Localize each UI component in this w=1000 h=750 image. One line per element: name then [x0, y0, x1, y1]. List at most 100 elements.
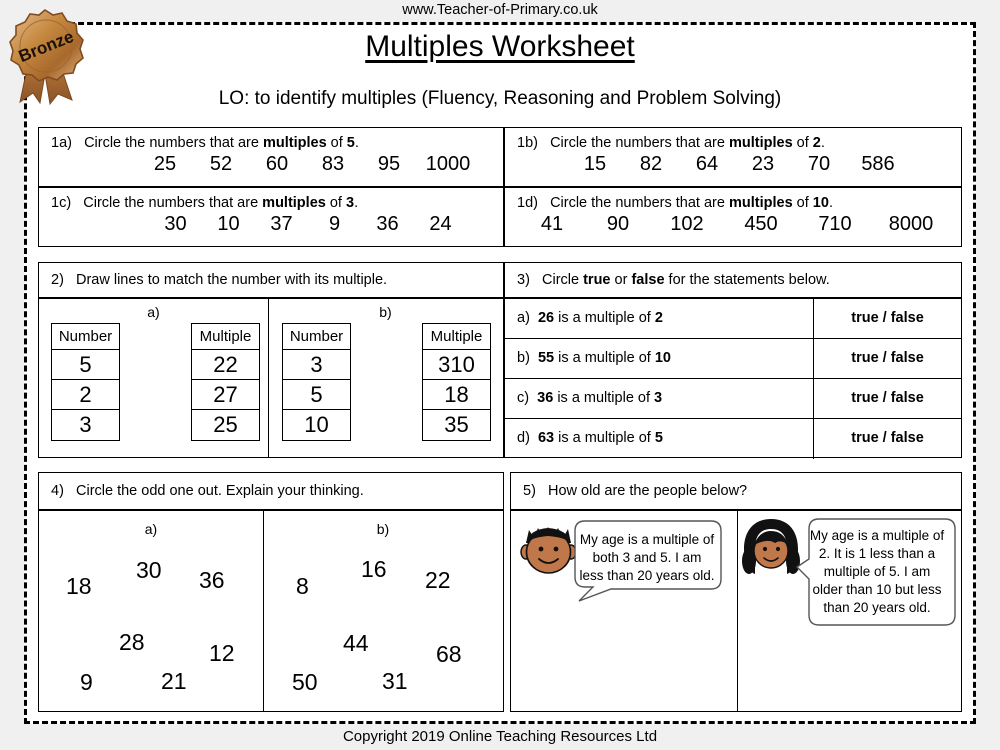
q2a-multiple-cell[interactable]: 25 — [192, 410, 259, 440]
question-1d-prompt: 1d) Circle the numbers that are multiple… — [517, 195, 833, 211]
number-option[interactable]: 8 — [296, 573, 309, 600]
q2b-number-cell[interactable]: 5 — [283, 380, 350, 410]
number-option[interactable]: 30 — [149, 213, 202, 236]
q3-statement: b) 55 is a multiple of 10 — [517, 350, 671, 366]
q2b-multiple-table: Multiple 310 18 35 — [422, 323, 491, 441]
number-option[interactable]: 10 — [202, 213, 255, 236]
q2b-multiple-header: Multiple — [423, 324, 490, 350]
table-row: a) 26 is a multiple of 2 true / false — [505, 299, 961, 339]
number-option[interactable]: 68 — [436, 641, 462, 668]
q5-vertical-divider — [737, 511, 738, 711]
girl-face-icon — [742, 519, 800, 574]
number-option[interactable]: 16 — [361, 556, 387, 583]
number-option[interactable]: 8000 — [871, 213, 951, 236]
q5-label: 5) — [523, 483, 536, 499]
q2a-multiple-cell[interactable]: 22 — [192, 350, 259, 380]
learning-objective: LO: to identify multiples (Fluency, Reas… — [218, 88, 782, 109]
number-option[interactable]: 23 — [735, 153, 791, 176]
number-option[interactable]: 28 — [119, 629, 145, 656]
question-1c-prompt: 1c) Circle the numbers that are multiple… — [51, 195, 359, 211]
q2b-multiple-cell[interactable]: 310 — [423, 350, 490, 380]
q3-true-false-option[interactable]: true / false — [813, 339, 961, 378]
number-option[interactable]: 450 — [723, 213, 799, 236]
table-row: c) 36 is a multiple of 3 true / false — [505, 379, 961, 419]
number-option[interactable]: 64 — [679, 153, 735, 176]
question-1a-box: 1a) Circle the numbers that are multiple… — [38, 127, 504, 187]
question-3-header-box: 3) Circle true or false for the statemen… — [504, 262, 962, 298]
q4b-number-cloud: 8 16 22 44 68 50 31 — [263, 511, 503, 711]
number-option[interactable]: 15 — [567, 153, 623, 176]
q1c-label: 1c) — [51, 195, 72, 211]
question-5-body-box: My age is a multiple of both 3 and 5. I … — [510, 510, 962, 712]
number-option[interactable]: 12 — [209, 640, 235, 667]
q4-label: 4) — [51, 483, 64, 499]
number-option[interactable]: 22 — [425, 567, 451, 594]
number-option[interactable]: 30 — [136, 557, 162, 584]
question-3-table: a) 26 is a multiple of 2 true / false b)… — [504, 298, 962, 459]
question-1d-box: 1d) Circle the numbers that are multiple… — [504, 187, 962, 247]
number-option[interactable]: 9 — [308, 213, 361, 236]
q2a-number-header: Number — [52, 324, 119, 350]
question-1b-prompt: 1b) Circle the numbers that are multiple… — [517, 135, 825, 151]
question-5-prompt: 5) How old are the people below? — [523, 483, 748, 499]
number-option[interactable]: 102 — [651, 213, 723, 236]
question-4-body-box: a) b) 18 30 36 28 12 9 21 8 16 22 44 68 … — [38, 510, 504, 712]
q1d-label: 1d) — [517, 195, 538, 211]
number-option[interactable]: 31 — [382, 668, 408, 695]
number-option[interactable]: 710 — [799, 213, 871, 236]
number-option[interactable]: 82 — [623, 153, 679, 176]
q2-part-a-label: a) — [147, 304, 160, 320]
number-option[interactable]: 37 — [255, 213, 308, 236]
copyright-footer: Copyright 2019 Online Teaching Resources… — [342, 728, 658, 745]
q3-true-false-option[interactable]: true / false — [813, 379, 961, 418]
number-option[interactable]: 83 — [305, 153, 361, 176]
q2a-number-cell[interactable]: 2 — [52, 380, 119, 410]
table-row: d) 63 is a multiple of 5 true / false — [505, 419, 961, 459]
q3-true-false-option[interactable]: true / false — [813, 299, 961, 338]
worksheet-page: www.Teacher-of-Primary.co.uk Bronze Mult… — [0, 0, 1000, 750]
q2a-multiple-table: Multiple 22 27 25 — [191, 323, 260, 441]
number-option[interactable]: 90 — [585, 213, 651, 236]
boy-bubble-text: My age is a multiple of both 3 and 5. I … — [579, 532, 715, 583]
q2b-number-cell[interactable]: 3 — [283, 350, 350, 380]
q2a-number-cell[interactable]: 5 — [52, 350, 119, 380]
q1a-label: 1a) — [51, 135, 72, 151]
q2a-multiple-header: Multiple — [192, 324, 259, 350]
number-option[interactable]: 25 — [137, 153, 193, 176]
number-option[interactable]: 21 — [161, 668, 187, 695]
question-4-prompt: 4) Circle the odd one out. Explain your … — [51, 483, 364, 499]
q3-statement: a) 26 is a multiple of 2 — [517, 310, 663, 326]
number-option[interactable]: 1000 — [417, 153, 479, 176]
number-option[interactable]: 36 — [199, 567, 225, 594]
number-option[interactable]: 18 — [66, 573, 92, 600]
number-option[interactable]: 36 — [361, 213, 414, 236]
question-1b-box: 1b) Circle the numbers that are multiple… — [504, 127, 962, 187]
number-option[interactable]: 586 — [847, 153, 909, 176]
q1b-label: 1b) — [517, 135, 538, 151]
number-option[interactable]: 41 — [519, 213, 585, 236]
q2a-number-cell[interactable]: 3 — [52, 410, 119, 440]
q2b-multiple-cell[interactable]: 18 — [423, 380, 490, 410]
girl-bubble-text: My age is a multiple of 2. It is 1 less … — [809, 528, 945, 615]
q2-label: 2) — [51, 272, 64, 288]
question-1a-prompt: 1a) Circle the numbers that are multiple… — [51, 135, 359, 151]
q3-true-false-option[interactable]: true / false — [813, 419, 961, 459]
number-option[interactable]: 52 — [193, 153, 249, 176]
question-1a-numbers: 25 52 60 83 95 1000 — [39, 151, 503, 176]
question-2-header-box: 2) Draw lines to match the number with i… — [38, 262, 504, 298]
number-option[interactable]: 44 — [343, 630, 369, 657]
question-4-header-box: 4) Circle the odd one out. Explain your … — [38, 472, 504, 510]
q2b-multiple-cell[interactable]: 35 — [423, 410, 490, 440]
number-option[interactable]: 9 — [80, 669, 93, 696]
question-1c-numbers: 30 10 37 9 36 24 — [39, 211, 503, 236]
number-option[interactable]: 24 — [414, 213, 467, 236]
number-option[interactable]: 60 — [249, 153, 305, 176]
number-option[interactable]: 50 — [292, 669, 318, 696]
q4a-number-cloud: 18 30 36 28 12 9 21 — [39, 511, 263, 711]
number-option[interactable]: 70 — [791, 153, 847, 176]
q2b-number-cell[interactable]: 10 — [283, 410, 350, 440]
number-option[interactable]: 95 — [361, 153, 417, 176]
q3-label: 3) — [517, 272, 530, 288]
question-2-body-box: a) b) Number 5 2 3 Multiple 22 27 25 Num… — [38, 298, 504, 458]
q2a-multiple-cell[interactable]: 27 — [192, 380, 259, 410]
